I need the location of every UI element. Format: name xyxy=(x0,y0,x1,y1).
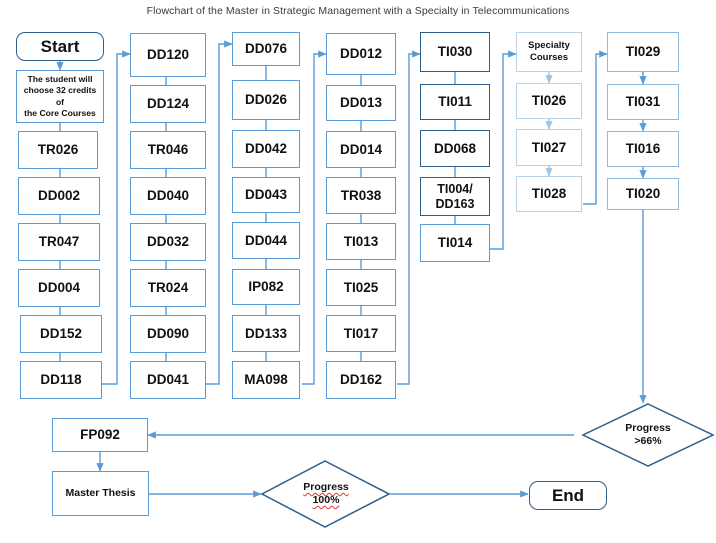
node-dd124[interactable]: DD124 xyxy=(130,85,206,123)
node-dd014[interactable]: DD014 xyxy=(326,131,396,168)
node-ti030[interactable]: TI030 xyxy=(420,32,490,72)
node-ti029[interactable]: TI029 xyxy=(607,32,679,72)
node-dd002[interactable]: DD002 xyxy=(18,177,100,215)
decision-progress-66[interactable]: Progress >66% xyxy=(583,404,713,466)
specialty-line-2: Courses xyxy=(529,52,568,63)
node-ti027[interactable]: TI027 xyxy=(516,129,582,166)
node-tr046[interactable]: TR046 xyxy=(130,131,206,169)
node-dd043[interactable]: DD043 xyxy=(232,177,300,213)
instruction-line-3: the Core Courses xyxy=(24,107,96,118)
node-ma098[interactable]: MA098 xyxy=(232,361,300,399)
decision-100-line-2: 100% xyxy=(312,494,340,506)
node-dd040[interactable]: DD040 xyxy=(130,177,206,215)
node-dd013[interactable]: DD013 xyxy=(326,85,396,121)
node-ti014[interactable]: TI014 xyxy=(420,224,490,262)
flowchart-canvas: Flowchart of the Master in Strategic Man… xyxy=(0,0,716,543)
node-tr026[interactable]: TR026 xyxy=(18,131,98,169)
node-start[interactable]: Start xyxy=(16,32,104,61)
node-dd032[interactable]: DD032 xyxy=(130,223,206,261)
node-ti026[interactable]: TI026 xyxy=(516,83,582,119)
node-ti031[interactable]: TI031 xyxy=(607,84,679,120)
node-dd152[interactable]: DD152 xyxy=(20,315,102,353)
decision-100-line-1: Progress xyxy=(303,480,349,493)
node-ti016[interactable]: TI016 xyxy=(607,131,679,167)
node-dd162[interactable]: DD162 xyxy=(326,361,396,399)
node-master-thesis[interactable]: Master Thesis xyxy=(52,471,149,516)
decision-66-line-1: Progress xyxy=(625,421,671,434)
decision-progress-100[interactable]: Progress 100% xyxy=(262,461,390,527)
node-tr024[interactable]: TR024 xyxy=(130,269,206,307)
node-instruction[interactable]: The student will choose 32 credits of th… xyxy=(16,70,104,123)
node-dd133[interactable]: DD133 xyxy=(232,315,300,352)
page-title: Flowchart of the Master in Strategic Man… xyxy=(146,5,570,17)
node-end[interactable]: End xyxy=(529,481,607,510)
node-dd068[interactable]: DD068 xyxy=(420,130,490,167)
node-specialty-courses[interactable]: Specialty Courses xyxy=(516,32,582,72)
specialty-line-1: Specialty xyxy=(528,40,570,52)
node-dd076[interactable]: DD076 xyxy=(232,32,300,66)
node-ti013[interactable]: TI013 xyxy=(326,223,396,260)
node-tr047[interactable]: TR047 xyxy=(18,223,100,261)
node-dd026[interactable]: DD026 xyxy=(232,80,300,120)
node-ti004-dd163[interactable]: TI004/ DD163 xyxy=(420,177,490,216)
node-fp092[interactable]: FP092 xyxy=(52,418,148,452)
node-dd041[interactable]: DD041 xyxy=(130,361,206,399)
node-ti017[interactable]: TI017 xyxy=(326,315,396,352)
node-ti028[interactable]: TI028 xyxy=(516,176,582,212)
node-ip082[interactable]: IP082 xyxy=(232,269,300,305)
node-dd118[interactable]: DD118 xyxy=(20,361,102,399)
node-tr038[interactable]: TR038 xyxy=(326,177,396,214)
node-dd042[interactable]: DD042 xyxy=(232,130,300,168)
node-dd120[interactable]: DD120 xyxy=(130,33,206,77)
ti004-line-1: TI004/ xyxy=(437,182,473,197)
node-dd090[interactable]: DD090 xyxy=(130,315,206,353)
node-dd004[interactable]: DD004 xyxy=(18,269,100,307)
ti004-line-2: DD163 xyxy=(435,196,475,211)
instruction-line-1: The student will xyxy=(27,74,93,85)
instruction-line-2: choose 32 credits of xyxy=(23,85,97,107)
node-ti025[interactable]: TI025 xyxy=(326,269,396,306)
node-dd012[interactable]: DD012 xyxy=(326,33,396,75)
node-dd044[interactable]: DD044 xyxy=(232,222,300,259)
node-ti020[interactable]: TI020 xyxy=(607,178,679,210)
node-ti011[interactable]: TI011 xyxy=(420,84,490,120)
decision-66-line-2: >66% xyxy=(634,435,662,447)
